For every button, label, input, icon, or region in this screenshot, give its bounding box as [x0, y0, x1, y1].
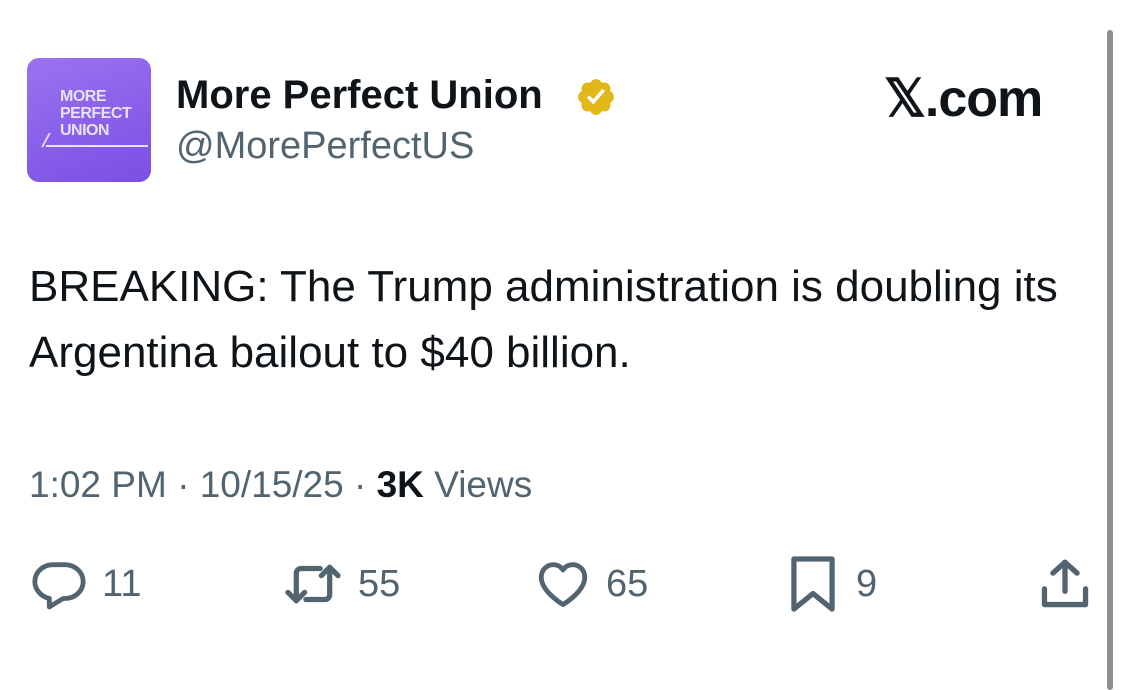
repost-count: 55: [358, 563, 401, 605]
avatar[interactable]: MORE PERFECT UNION: [27, 58, 151, 182]
avatar-logo-text: MORE PERFECT UNION: [60, 88, 132, 139]
views-label: Views: [434, 464, 533, 505]
verified-badge-icon: [578, 79, 614, 115]
reply-icon: [32, 562, 86, 610]
action-bar: 11 55 65 9: [0, 552, 1125, 616]
x-brand-watermark: 𝕏.com: [884, 70, 1043, 128]
like-button[interactable]: 65: [534, 552, 648, 616]
share-button[interactable]: [1036, 552, 1094, 616]
tweet-date[interactable]: 10/15/25: [200, 464, 344, 505]
bookmark-icon: [791, 556, 835, 612]
reply-count: 11: [102, 563, 142, 605]
scrollbar[interactable]: [1107, 30, 1113, 690]
meta-separator: ·: [354, 464, 377, 505]
views-count: 3K: [376, 464, 424, 505]
repost-button[interactable]: 55: [282, 552, 400, 616]
like-icon: [538, 562, 588, 607]
share-icon: [1041, 559, 1089, 608]
bookmark-button[interactable]: 9: [784, 552, 877, 616]
avatar-logo-underline: [46, 145, 148, 147]
display-name[interactable]: More Perfect Union: [176, 73, 543, 117]
tweet-text: BREAKING: The Trump administration is do…: [29, 262, 1058, 377]
tweet-time[interactable]: 1:02 PM: [29, 464, 167, 505]
tweet-meta: 1:02 PM · 10/15/25 · 3K Views: [29, 463, 532, 507]
user-handle[interactable]: @MorePerfectUS: [176, 124, 474, 168]
repost-icon: [285, 564, 341, 604]
like-count: 65: [606, 563, 649, 605]
reply-button[interactable]: 11: [30, 552, 141, 616]
meta-separator: ·: [177, 464, 200, 505]
bookmark-count: 9: [856, 563, 878, 605]
